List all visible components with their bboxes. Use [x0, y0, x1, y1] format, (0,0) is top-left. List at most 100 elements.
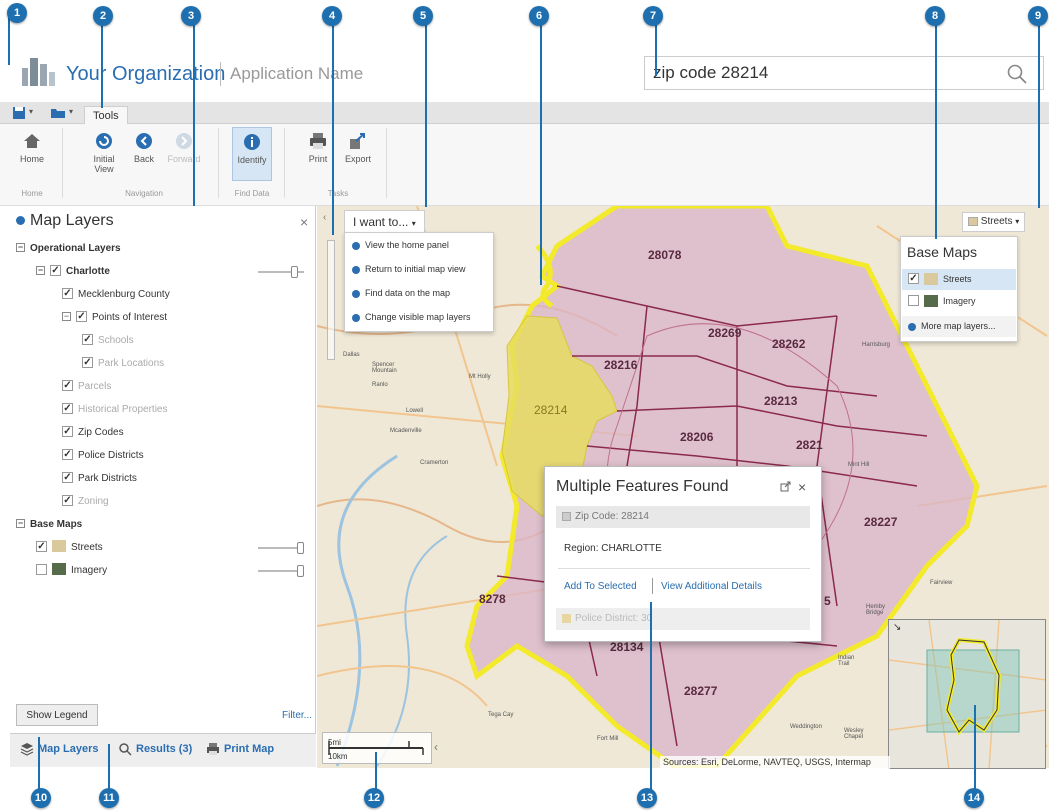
checkbox-checked[interactable]: ✓ — [62, 448, 73, 460]
collapse-toggle-icon[interactable]: − — [36, 265, 45, 275]
add-to-selected-link[interactable]: Add To Selected — [564, 581, 637, 592]
zip-label-selected: 28214 — [534, 403, 568, 417]
forward-button[interactable]: Forward — [164, 131, 204, 175]
layer-row[interactable]: ✓ Zoning — [62, 493, 109, 511]
callout-marker: 11 — [99, 788, 119, 808]
basemap-switcher-button[interactable]: Streets ▾ — [962, 212, 1026, 232]
initial-view-button[interactable]: Initial View — [84, 131, 124, 175]
chevron-left-icon[interactable]: ‹ — [434, 740, 438, 754]
opacity-slider[interactable] — [258, 542, 304, 554]
collapse-toggle-icon[interactable]: − — [16, 518, 25, 528]
checkbox-checked[interactable]: ✓ — [62, 379, 73, 391]
home-button[interactable]: Home — [12, 131, 52, 175]
collapse-panel-chevron-icon[interactable]: ‹ — [323, 212, 326, 223]
popup-section-label: Zip Code: 28214 — [575, 511, 649, 522]
zip-label: 28216 — [604, 358, 638, 372]
layer-row[interactable]: ✓ Parcels — [62, 378, 111, 396]
checkbox-checked[interactable]: ✓ — [62, 494, 73, 506]
open-external-icon[interactable] — [780, 481, 791, 492]
menu-item-change-layers[interactable]: Change visible map layers — [352, 312, 471, 322]
popup-section-zip-code[interactable]: Zip Code: 28214 — [556, 506, 810, 528]
callout-marker: 10 — [31, 788, 51, 808]
ribbon-group-find-data: Find Data — [234, 189, 270, 198]
streets-thumbnail-icon — [968, 216, 978, 226]
popup-section-police-district[interactable]: Police District: 30 — [556, 608, 810, 630]
checkbox-checked[interactable]: ✓ — [62, 402, 73, 414]
layer-row[interactable]: ✓ Streets — [36, 539, 103, 557]
menu-item-view-home-panel[interactable]: View the home panel — [352, 240, 449, 250]
slider-thumb[interactable] — [297, 542, 304, 554]
checkbox-checked[interactable]: ✓ — [82, 333, 93, 345]
layer-label: Parcels — [78, 381, 112, 392]
checkbox-checked[interactable]: ✓ — [62, 287, 73, 299]
save-icon[interactable] — [12, 106, 26, 120]
basemap-option-imagery[interactable]: Imagery — [902, 291, 1016, 312]
layer-label: Schools — [98, 335, 134, 346]
filter-link[interactable]: Filter... — [282, 710, 312, 721]
opacity-slider[interactable] — [258, 565, 304, 577]
callout-marker: 5 — [413, 6, 433, 26]
place-label: Wesley Chapel — [844, 728, 864, 740]
zoom-slider[interactable] — [327, 240, 335, 360]
search-icon[interactable] — [1005, 62, 1029, 86]
more-map-layers-link[interactable]: More map layers... — [902, 316, 1016, 337]
popup-divider — [558, 568, 810, 569]
i-want-to-button[interactable]: I want to... ▾ — [344, 210, 425, 234]
tab-print-map[interactable]: Print Map — [206, 742, 274, 756]
basemap-option-streets[interactable]: ✓ Streets — [902, 269, 1016, 290]
search-box[interactable] — [644, 56, 1044, 90]
tab-results[interactable]: Results (3) — [118, 742, 192, 756]
folder-icon[interactable] — [50, 107, 66, 119]
place-label: Harrisburg — [862, 342, 891, 348]
menu-item-label: View the home panel — [365, 240, 449, 250]
search-input[interactable] — [653, 62, 993, 84]
i-want-to-label: I want to... — [353, 215, 409, 229]
collapse-toggle-icon[interactable]: − — [62, 311, 71, 321]
folder-dropdown-chevron-icon[interactable]: ▾ — [69, 107, 73, 116]
checkbox-checked[interactable]: ✓ — [36, 540, 47, 552]
back-button[interactable]: Back — [124, 131, 164, 175]
collapse-toggle-icon[interactable]: − — [16, 242, 25, 252]
layer-row[interactable]: ✓ Historical Properties — [62, 401, 167, 419]
expand-overview-icon[interactable]: ↘ — [893, 622, 901, 633]
tab-map-layers[interactable]: Map Layers — [20, 742, 99, 756]
checkbox-checked[interactable]: ✓ — [62, 471, 73, 483]
refresh-icon — [352, 265, 360, 274]
layer-row[interactable]: Imagery — [36, 562, 107, 580]
map-attribution: Sources: Esri, DeLorme, NAVTEQ, USGS, In… — [660, 756, 890, 769]
checkbox-checked[interactable]: ✓ — [76, 310, 87, 322]
slider-thumb[interactable] — [291, 266, 298, 278]
layer-row[interactable]: ✓ Mecklenburg County — [62, 286, 170, 304]
checkbox-unchecked[interactable] — [36, 563, 47, 575]
close-icon[interactable]: × — [798, 479, 806, 495]
export-button[interactable]: Export — [338, 131, 378, 175]
close-icon[interactable]: × — [300, 214, 308, 230]
show-legend-button[interactable]: Show Legend — [16, 704, 98, 726]
checkbox-checked[interactable]: ✓ — [82, 356, 93, 368]
tab-tools[interactable]: Tools — [84, 106, 128, 125]
layer-row[interactable]: ✓ Police Districts — [62, 447, 144, 465]
layer-row[interactable]: − Base Maps — [16, 516, 82, 534]
checkbox-unchecked[interactable] — [908, 295, 919, 307]
identify-button[interactable]: Identify — [232, 127, 272, 181]
checkbox-checked[interactable]: ✓ — [62, 425, 73, 437]
view-additional-details-link[interactable]: View Additional Details — [661, 581, 762, 592]
checkbox-checked[interactable]: ✓ — [50, 264, 61, 276]
refresh-icon — [96, 133, 112, 149]
layer-row[interactable]: ✓ Zip Codes — [62, 424, 124, 442]
slider-thumb[interactable] — [297, 565, 304, 577]
layer-row[interactable]: − Operational Layers — [16, 240, 121, 258]
overview-map-canvas[interactable] — [889, 620, 1046, 769]
overview-map[interactable]: ↘ — [888, 619, 1046, 769]
layer-row[interactable]: ✓ Park Locations — [82, 355, 164, 373]
layer-row[interactable]: − ✓ Charlotte — [36, 263, 110, 281]
menu-item-find-data[interactable]: Find data on the map — [352, 288, 450, 298]
layer-row[interactable]: ✓ Schools — [82, 332, 134, 350]
zip-label: 28213 — [764, 394, 798, 408]
save-dropdown-chevron-icon[interactable]: ▾ — [29, 107, 33, 116]
checkbox-checked[interactable]: ✓ — [908, 273, 919, 285]
layer-row[interactable]: ✓ Park Districts — [62, 470, 137, 488]
menu-item-return-initial-view[interactable]: Return to initial map view — [352, 264, 466, 274]
opacity-slider[interactable] — [258, 266, 304, 278]
layer-row[interactable]: − ✓ Points of Interest — [62, 309, 167, 327]
